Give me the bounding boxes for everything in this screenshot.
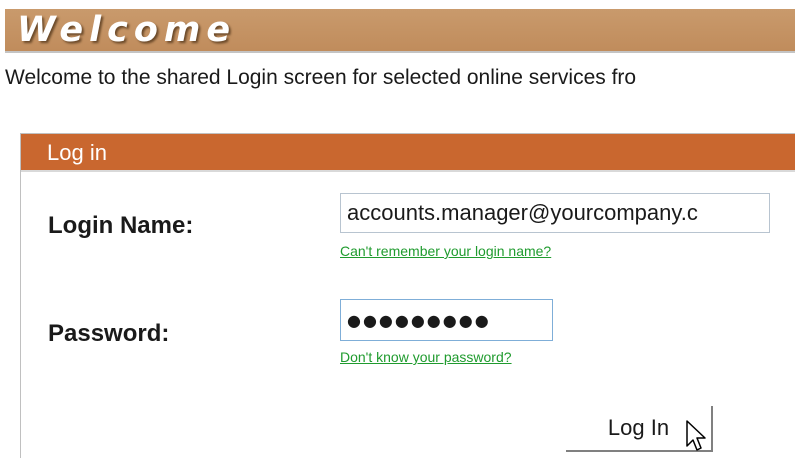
- welcome-title: Welcome: [17, 10, 237, 50]
- login-panel-title: Log in: [47, 140, 107, 165]
- password-label: Password:: [48, 320, 170, 347]
- login-name-label: Login Name:: [48, 212, 194, 239]
- forgot-login-name-link[interactable]: Can't remember your login name?: [340, 243, 551, 259]
- password-input[interactable]: ●●●●●●●●●: [340, 299, 553, 341]
- welcome-banner: Welcome: [5, 9, 795, 53]
- forgot-password-link[interactable]: Don't know your password?: [340, 349, 512, 365]
- login-name-input[interactable]: accounts.manager@yourcompany.c: [340, 193, 770, 233]
- arrow-cursor-icon: [686, 420, 706, 451]
- login-panel-header: Log in: [21, 134, 795, 172]
- intro-text: Welcome to the shared Login screen for s…: [5, 66, 637, 89]
- log-in-button-label: Log In: [607, 415, 670, 440]
